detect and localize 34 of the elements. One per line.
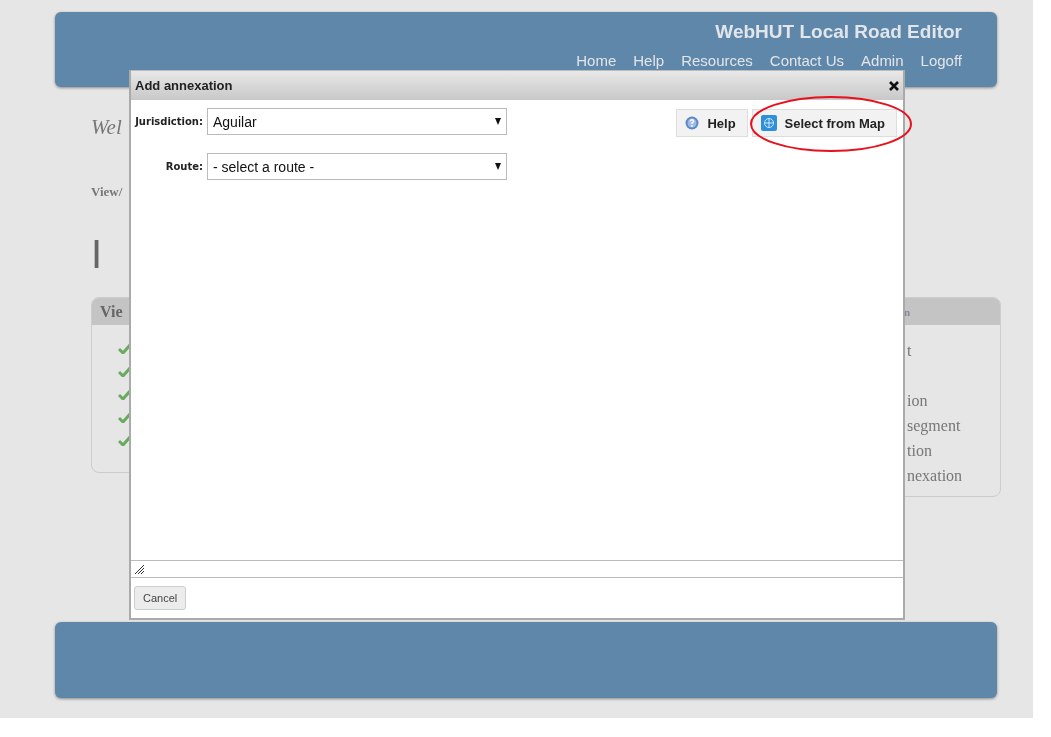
- breadcrumb: View/: [91, 184, 123, 200]
- panel-link[interactable]: t: [907, 338, 912, 363]
- site-title: WebHUT Local Road Editor: [715, 21, 962, 43]
- help-icon: [685, 116, 700, 130]
- nav-link[interactable]: Contact Us: [769, 52, 845, 69]
- field-label: Jurisdiction:: [133, 116, 203, 127]
- check-icon: [118, 389, 131, 400]
- panel-link[interactable]: tion: [907, 438, 932, 463]
- nav-link[interactable]: Help: [633, 52, 665, 69]
- nav-link[interactable]: Logoff: [920, 52, 962, 69]
- dropdown-arrow-icon: [495, 163, 501, 170]
- dropdown[interactable]: - select a route -: [207, 153, 507, 180]
- check-icon: [118, 366, 131, 377]
- check-icon: [118, 435, 131, 446]
- nav-link[interactable]: Resources: [681, 52, 753, 69]
- panel-link[interactable]: ion: [907, 388, 928, 413]
- close-icon[interactable]: [889, 80, 899, 91]
- panel-link[interactable]: segment: [907, 413, 961, 438]
- field-label: Route:: [164, 161, 203, 172]
- help-button[interactable]: Help: [676, 109, 748, 137]
- dialog-title: Add annexation: [135, 78, 233, 93]
- cancel-button[interactable]: Cancel: [134, 586, 187, 610]
- check-icon: [118, 412, 131, 423]
- nav-link[interactable]: Admin: [861, 52, 904, 69]
- nav-link[interactable]: Home: [576, 52, 617, 69]
- panel-link[interactable]: nexation: [907, 463, 963, 488]
- welcome-text: Wel: [91, 115, 122, 140]
- globe-icon: [760, 115, 777, 131]
- page-heading: I: [91, 232, 103, 277]
- dropdown-arrow-icon: [495, 118, 501, 125]
- check-icon: [118, 343, 131, 354]
- select-from-map-button[interactable]: Select from Map: [751, 109, 897, 137]
- resize-grip-icon[interactable]: [134, 564, 145, 574]
- dropdown[interactable]: Aguilar: [207, 108, 507, 135]
